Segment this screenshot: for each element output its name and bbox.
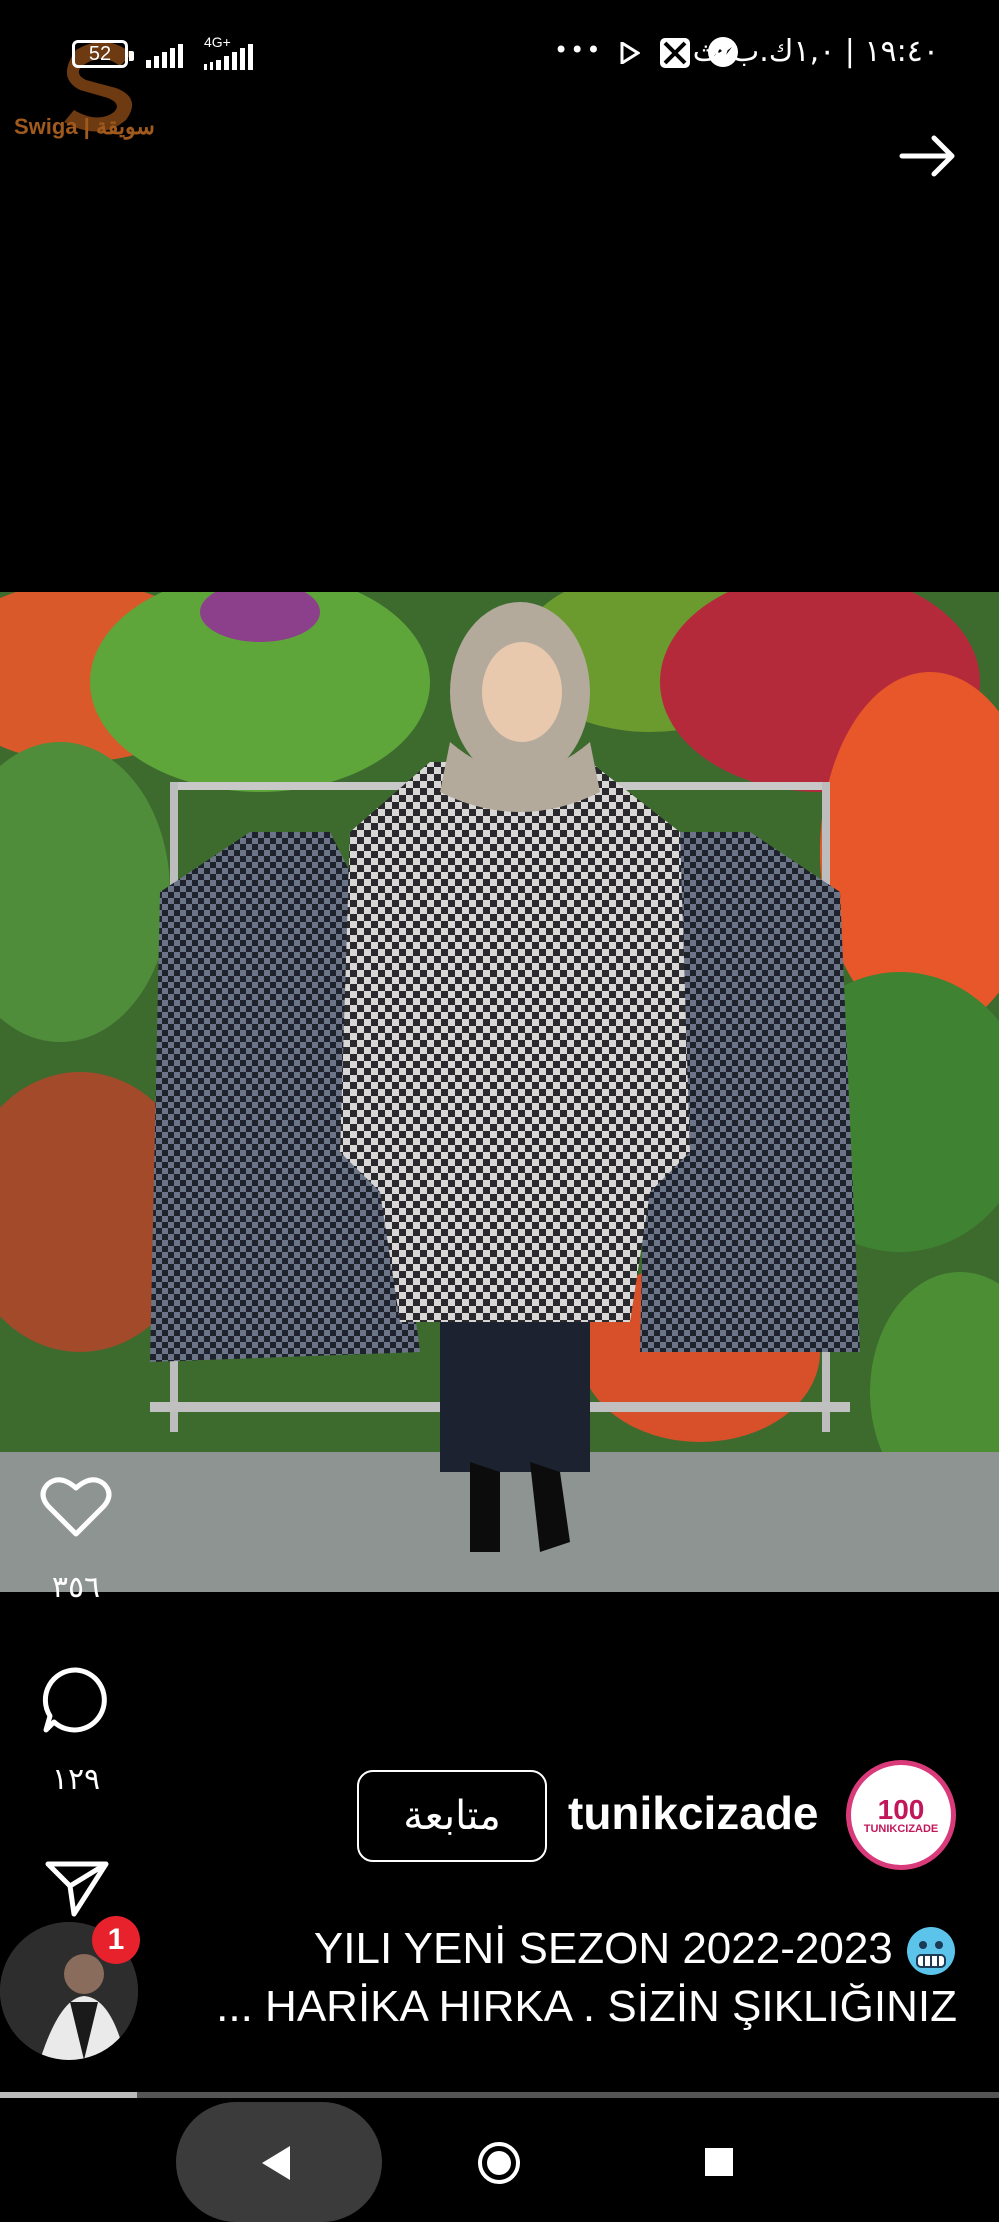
back-icon[interactable]: [258, 2144, 294, 2182]
home-icon[interactable]: [476, 2140, 522, 2186]
comment-icon[interactable]: [40, 1664, 112, 1736]
app-icon: [660, 38, 690, 68]
share-icon[interactable]: [44, 1858, 110, 1918]
heart-icon[interactable]: [40, 1474, 112, 1538]
battery-icon: 52: [72, 40, 134, 68]
battery-level: 52: [88, 42, 112, 65]
status-time-speed: ١٩:٤٠ | ١,٠ك.ب/ث: [692, 34, 939, 69]
username[interactable]: tunikcizade: [568, 1786, 819, 1840]
signal-icon: [146, 44, 183, 68]
notification-badge: 1: [92, 1916, 140, 1964]
recents-icon[interactable]: [703, 2146, 735, 2178]
more-icon: •••: [554, 36, 603, 64]
comment-count: ١٢٩: [51, 1762, 101, 1797]
caption-line-2[interactable]: ... HARİKA HIRKA . SİZİN ŞIKLIĞINIZ: [216, 1982, 957, 2032]
avatar-brand: TUNIKCIZADE: [863, 1822, 939, 1835]
arrow-right-icon[interactable]: [898, 134, 958, 178]
caption-line-1: YILI YENİ SEZON 2022-2023: [314, 1924, 957, 1977]
video-progress-fill: [0, 2092, 137, 2098]
follow-button[interactable]: متابعة: [357, 1770, 547, 1862]
caption-text-1: YILI YENİ SEZON 2022-2023: [313, 1924, 893, 1973]
avatar-number: 100: [877, 1793, 925, 1825]
video-progress-track[interactable]: [0, 2092, 999, 2098]
avatar[interactable]: 100 TUNIKCIZADE: [846, 1760, 956, 1870]
watermark-text: Swiga | سويقة: [14, 114, 155, 139]
post-photo[interactable]: [0, 592, 999, 1592]
like-count: ٣٥٦: [51, 1570, 101, 1605]
cold-face-emoji-icon: [907, 1927, 955, 1976]
photo-illustration: [0, 592, 999, 1592]
signal-icon-2: [204, 44, 253, 70]
play-store-icon: [620, 42, 640, 64]
